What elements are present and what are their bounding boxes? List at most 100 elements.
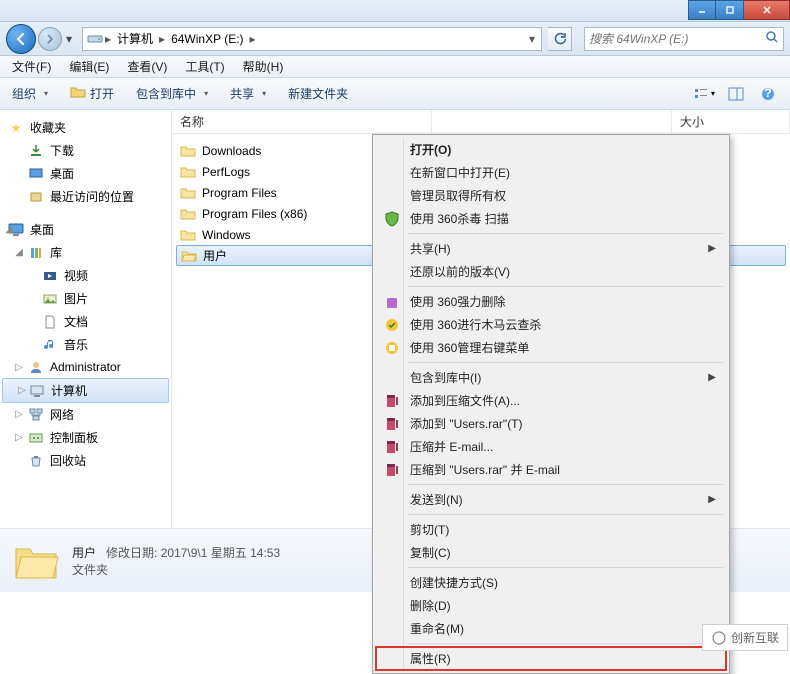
expand-icon[interactable]: ▷ [14,409,24,420]
library-icon [28,245,44,261]
collapse-icon[interactable]: ◢ [14,247,24,258]
sidebar-item-computer[interactable]: ▷计算机 [2,378,169,403]
sidebar-item-documents[interactable]: 文档 [0,310,171,333]
sidebar-item-network[interactable]: ▷网络 [0,403,171,426]
back-button[interactable] [6,24,36,54]
share-button[interactable]: 共享 [226,83,270,104]
search-box[interactable] [584,27,784,51]
ctx-360-force-delete[interactable]: 使用 360强力删除 [376,290,726,313]
ctx-send-to[interactable]: 发送到(N)▶ [376,488,726,511]
sidebar-item-desktop[interactable]: 桌面 [0,162,171,185]
ctx-360-scan[interactable]: 使用 360杀毒 扫描 [376,207,726,230]
ctx-admin-ownership[interactable]: 管理员取得所有权 [376,184,726,207]
archive-icon [382,437,402,457]
include-in-library-button[interactable]: 包含到库中 [132,83,212,104]
folder-open-icon [181,248,197,264]
address-bar[interactable]: ▸ 计算机 ▸ 64WinXP (E:) ▸ ▾ [82,27,542,51]
open-button[interactable]: 打开 [66,82,118,105]
menu-view[interactable]: 查看(V) [119,56,175,77]
sidebar-item-music[interactable]: 音乐 [0,333,171,356]
expand-icon[interactable]: ▷ [17,385,27,396]
window-titlebar [0,0,790,22]
music-icon [42,337,58,353]
sidebar-desktop-root[interactable]: ◢桌面 [0,218,171,241]
sidebar-item-administrator[interactable]: ▷Administrator [0,356,171,378]
view-mode-button[interactable]: ▾ [690,83,718,105]
sidebar-item-recycle-bin[interactable]: 回收站 [0,449,171,472]
details-mod-label: 修改日期: [106,546,157,560]
ctx-rename[interactable]: 重命名(M) [376,617,726,640]
ctx-add-users-rar[interactable]: 添加到 "Users.rar"(T) [376,412,726,435]
new-folder-button[interactable]: 新建文件夹 [284,83,352,104]
network-icon [28,407,44,423]
sidebar-item-downloads[interactable]: 下载 [0,139,171,162]
toolbar: 组织 打开 包含到库中 共享 新建文件夹 ▾ ? [0,78,790,110]
menu-help[interactable]: 帮助(H) [235,56,292,77]
search-input[interactable] [589,32,765,46]
column-spacer[interactable] [432,110,672,133]
refresh-button[interactable] [548,27,572,51]
details-name: 用户 [72,546,96,560]
sidebar-libraries[interactable]: ◢库 [0,241,171,264]
ctx-cut[interactable]: 剪切(T) [376,518,726,541]
ctx-open[interactable]: 打开(O) [376,138,726,161]
window-close-button[interactable] [744,0,790,20]
sidebar-item-videos[interactable]: 视频 [0,264,171,287]
window-maximize-button[interactable] [716,0,744,20]
ctx-create-shortcut[interactable]: 创建快捷方式(S) [376,571,726,594]
shield-icon [382,209,402,229]
ctx-compress-users-email[interactable]: 压缩到 "Users.rar" 并 E-mail [376,458,726,481]
ctx-compress-email[interactable]: 压缩并 E-mail... [376,435,726,458]
sidebar-item-pictures[interactable]: 图片 [0,287,171,310]
preview-pane-button[interactable] [722,83,750,105]
search-icon [765,30,779,47]
breadcrumb-arrow[interactable]: ▸ [103,32,113,46]
sidebar-item-recent[interactable]: 最近访问的位置 [0,185,171,208]
svg-text:?: ? [764,87,771,100]
picture-icon [42,291,58,307]
breadcrumb-drive[interactable]: 64WinXP (E:) [167,28,247,50]
recycle-bin-icon [28,453,44,469]
sidebar-favorites[interactable]: ★收藏夹 [0,116,171,139]
help-button[interactable]: ? [754,83,782,105]
column-size[interactable]: 大小 [672,110,790,133]
organize-button[interactable]: 组织 [8,83,52,104]
ctx-delete[interactable]: 删除(D) [376,594,726,617]
forward-button[interactable] [38,27,62,51]
archive-icon [382,460,402,480]
window-minimize-button[interactable] [688,0,716,20]
details-mod-value: 2017\9\1 星期五 14:53 [161,546,280,560]
navigation-sidebar: ★收藏夹 下载 桌面 最近访问的位置 ◢桌面 ◢库 视频 图片 文档 音乐 ▷A… [0,110,172,528]
recent-icon [28,189,44,205]
user-icon [28,359,44,375]
ctx-share[interactable]: 共享(H)▶ [376,237,726,260]
ctx-include-library[interactable]: 包含到库中(I)▶ [376,366,726,389]
star-icon: ★ [8,120,24,136]
drive-icon [87,31,103,47]
menu-edit[interactable]: 编辑(E) [61,56,117,77]
breadcrumb-arrow[interactable]: ▸ [248,32,258,46]
menu-tools[interactable]: 工具(T) [177,56,232,77]
ctx-360-menu-manage[interactable]: 使用 360管理右键菜单 [376,336,726,359]
ctx-open-new-window[interactable]: 在新窗口中打开(E) [376,161,726,184]
expand-icon[interactable]: ▷ [14,362,24,373]
address-dropdown[interactable]: ▾ [527,32,537,46]
open-icon [70,84,86,103]
breadcrumb-computer[interactable]: 计算机 [113,28,157,50]
collapse-icon[interactable]: ◢ [4,224,14,235]
menu-file[interactable]: 文件(F) [4,56,59,77]
history-dropdown[interactable]: ▾ [62,29,76,49]
sidebar-item-control-panel[interactable]: ▷控制面板 [0,426,171,449]
ctx-properties[interactable]: 属性(R) [376,647,726,670]
folder-icon [180,164,196,180]
breadcrumb-arrow[interactable]: ▸ [157,32,167,46]
control-panel-icon [28,430,44,446]
ctx-360-trojan-scan[interactable]: 使用 360进行木马云查杀 [376,313,726,336]
ctx-restore-versions[interactable]: 还原以前的版本(V) [376,260,726,283]
ctx-copy[interactable]: 复制(C) [376,541,726,564]
column-name[interactable]: 名称 [172,110,432,133]
security-icon [382,315,402,335]
ctx-add-archive[interactable]: 添加到压缩文件(A)... [376,389,726,412]
expand-icon[interactable]: ▷ [14,432,24,443]
navigation-bar: ▾ ▸ 计算机 ▸ 64WinXP (E:) ▸ ▾ [0,22,790,56]
